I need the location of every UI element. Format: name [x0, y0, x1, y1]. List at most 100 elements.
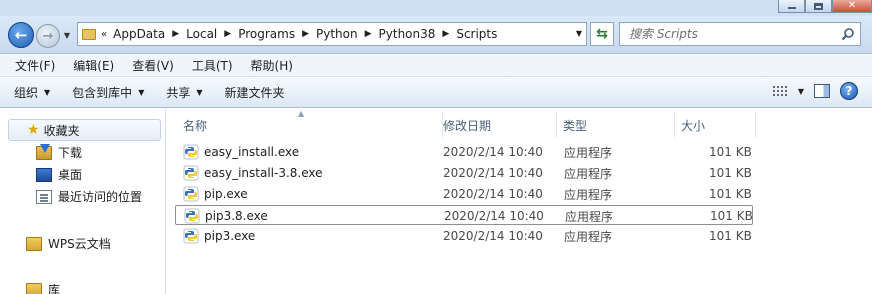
file-date: 2020/2/14 10:40: [443, 187, 543, 201]
file-row[interactable]: easy_install-3.8.exe 2020/2/14 10:40 应用程…: [175, 163, 753, 183]
include-in-library-button[interactable]: 包含到库中 ▼: [72, 84, 144, 101]
command-bar: 组织 ▼ 包含到库中 ▼ 共享 ▼ 新建文件夹 ▼ ?: [0, 78, 872, 108]
file-type: 应用程序: [565, 209, 614, 224]
download-folder-icon: [36, 143, 52, 160]
favorites-header[interactable]: ★ 收藏夹: [8, 119, 161, 141]
file-row-selected[interactable]: pip3.8.exe 2020/2/14 10:40 应用程序 101 KB: [175, 205, 753, 225]
file-row[interactable]: pip3.exe 2020/2/14 10:40 应用程序 101 KB: [175, 226, 753, 246]
file-date: 2020/2/14 10:40: [443, 229, 543, 243]
sidebar-item-libraries[interactable]: 库: [26, 281, 60, 294]
new-folder-button[interactable]: 新建文件夹: [225, 84, 285, 101]
menu-help[interactable]: 帮助(H): [242, 57, 302, 74]
python-file-icon: [183, 186, 199, 202]
menu-edit[interactable]: 编辑(E): [64, 57, 123, 74]
file-row[interactable]: easy_install.exe 2020/2/14 10:40 应用程序 10…: [175, 142, 753, 162]
share-button[interactable]: 共享 ▼: [166, 84, 202, 101]
file-type: 应用程序: [564, 229, 613, 244]
breadcrumb-item-python38[interactable]: Python38: [379, 27, 436, 41]
column-header-label: 名称: [183, 118, 208, 133]
python-file-icon: [184, 208, 200, 224]
forward-button[interactable]: →: [36, 24, 60, 48]
desktop-icon: [36, 167, 52, 182]
file-name-cell: pip.exe: [183, 184, 248, 204]
change-view-icon[interactable]: [772, 84, 788, 98]
breadcrumb-separator-icon[interactable]: ▶: [172, 29, 179, 39]
sidebar-item-label: 桌面: [58, 168, 83, 182]
file-size: 101 KB: [709, 229, 752, 243]
python-file-icon: [183, 228, 199, 244]
sidebar-item-desktop[interactable]: 桌面: [36, 166, 82, 183]
breadcrumb-item-appdata[interactable]: AppData: [113, 27, 165, 41]
menu-tools[interactable]: 工具(T): [183, 57, 242, 74]
chevron-down-icon: ▼: [63, 30, 71, 40]
address-row: ← → ▼ « AppData ▶ Local ▶ Programs ▶ Pyt…: [0, 16, 872, 54]
help-icon[interactable]: ?: [840, 82, 858, 100]
minimize-icon: [787, 6, 796, 9]
refresh-button[interactable]: ⇆: [590, 22, 614, 46]
back-button[interactable]: ←: [8, 22, 34, 48]
breadcrumb-separator-icon[interactable]: ▶: [302, 29, 309, 39]
breadcrumb-separator-icon[interactable]: ▶: [365, 29, 372, 39]
file-row[interactable]: pip.exe 2020/2/14 10:40 应用程序 101 KB: [175, 184, 753, 204]
sidebar-item-label: 最近访问的位置: [58, 190, 143, 204]
search-icon[interactable]: [841, 27, 855, 41]
file-type: 应用程序: [564, 166, 613, 181]
arrow-right-icon: →: [42, 28, 54, 44]
column-header-size[interactable]: 大小: [673, 112, 756, 138]
breadcrumb-item-local[interactable]: Local: [186, 27, 217, 41]
maximize-button[interactable]: [805, 0, 832, 13]
sidebar-item-recent-places[interactable]: 最近访问的位置: [36, 188, 142, 205]
breadcrumb-overflow[interactable]: «: [101, 29, 107, 40]
sidebar-item-downloads[interactable]: 下载: [36, 143, 82, 161]
file-type: 应用程序: [564, 145, 613, 160]
file-list: ▲ 名称 修改日期 类型 大小 easy_install.exe 2020/2/…: [167, 109, 872, 294]
column-headers: ▲ 名称 修改日期 类型 大小: [167, 109, 872, 138]
menu-bar: 文件(F) 编辑(E) 查看(V) 工具(T) 帮助(H): [0, 55, 872, 77]
close-button[interactable]: ✕: [832, 0, 872, 13]
maximize-icon: [814, 2, 823, 10]
minimize-button[interactable]: [778, 0, 805, 13]
file-size: 101 KB: [709, 187, 752, 201]
preview-pane-icon[interactable]: [814, 84, 830, 98]
sidebar-item-label: WPS云文档: [48, 237, 111, 251]
address-history-dropdown-icon[interactable]: ▼: [576, 29, 582, 38]
column-header-type[interactable]: 类型: [555, 112, 675, 138]
file-name: pip.exe: [204, 187, 248, 201]
search-input[interactable]: [620, 23, 830, 45]
file-name: easy_install-3.8.exe: [204, 166, 323, 180]
file-name-cell: pip3.8.exe: [184, 206, 268, 226]
new-folder-label: 新建文件夹: [224, 86, 285, 100]
close-icon: ✕: [847, 0, 857, 11]
breadcrumb-item-scripts[interactable]: Scripts: [456, 27, 497, 41]
navigation-pane: ★ 收藏夹 下载 桌面 最近访问的位置 WPS云文档 库: [0, 109, 166, 294]
file-date: 2020/2/14 10:40: [444, 209, 544, 223]
file-name: pip3.exe: [204, 229, 256, 243]
favorites-label: 收藏夹: [43, 123, 80, 138]
organize-button[interactable]: 组织 ▼: [14, 84, 50, 101]
file-size: 101 KB: [709, 145, 752, 159]
recent-pages-dropdown[interactable]: ▼: [62, 30, 72, 40]
chevron-down-icon: ▼: [138, 88, 145, 97]
breadcrumb-separator-icon[interactable]: ▶: [442, 29, 449, 39]
folder-icon: [82, 28, 96, 40]
breadcrumb-item-python[interactable]: Python: [316, 27, 358, 41]
sidebar-item-wps-cloud[interactable]: WPS云文档: [26, 235, 111, 252]
breadcrumb-item-programs[interactable]: Programs: [238, 27, 295, 41]
file-name: pip3.8.exe: [205, 209, 268, 223]
file-type: 应用程序: [564, 187, 613, 202]
refresh-icon: ⇆: [596, 26, 608, 42]
column-header-name[interactable]: 名称: [175, 112, 443, 138]
star-icon: ★: [27, 122, 40, 138]
file-size: 101 KB: [709, 166, 752, 180]
view-controls: ▼ ?: [772, 82, 858, 100]
window-controls: ✕: [778, 0, 872, 14]
column-header-date[interactable]: 修改日期: [435, 112, 557, 138]
search-box[interactable]: [619, 22, 861, 46]
wps-folder-icon: [26, 236, 42, 251]
menu-view[interactable]: 查看(V): [123, 57, 183, 74]
breadcrumb[interactable]: « AppData ▶ Local ▶ Programs ▶ Python ▶ …: [77, 22, 587, 46]
breadcrumb-separator-icon[interactable]: ▶: [224, 29, 231, 39]
view-options-dropdown-icon[interactable]: ▼: [798, 87, 804, 96]
menu-file[interactable]: 文件(F): [6, 57, 64, 74]
column-header-label: 修改日期: [443, 118, 492, 133]
